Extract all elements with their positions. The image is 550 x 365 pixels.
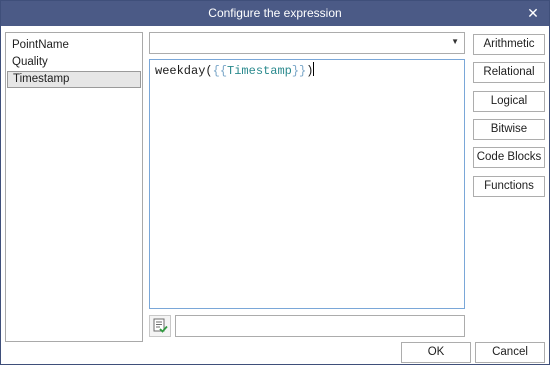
field-list: PointName Quality Timestamp bbox=[5, 32, 143, 342]
expression-editor[interactable]: weekday({{Timestamp}}) bbox=[149, 59, 465, 309]
arithmetic-button[interactable]: Arithmetic bbox=[473, 34, 545, 55]
open-braces: {{ bbox=[212, 64, 228, 78]
text-caret bbox=[313, 62, 315, 76]
ok-button[interactable]: OK bbox=[401, 342, 471, 363]
relational-button[interactable]: Relational bbox=[473, 62, 545, 83]
field-item-pointname[interactable]: PointName bbox=[7, 37, 141, 54]
functions-button[interactable]: Functions bbox=[473, 176, 545, 197]
dialog-title: Configure the expression bbox=[208, 6, 342, 20]
bitwise-button[interactable]: Bitwise bbox=[473, 119, 545, 140]
parameter-name: Timestamp bbox=[227, 64, 292, 78]
function-dropdown[interactable]: ▼ bbox=[149, 32, 465, 54]
cancel-button[interactable]: Cancel bbox=[475, 342, 545, 363]
chevron-down-icon: ▼ bbox=[451, 37, 459, 46]
logical-button[interactable]: Logical bbox=[473, 91, 545, 112]
function-name: weekday bbox=[155, 64, 206, 78]
field-item-timestamp[interactable]: Timestamp bbox=[7, 71, 141, 88]
close-button[interactable]: ✕ bbox=[526, 5, 540, 21]
validate-button[interactable] bbox=[149, 315, 171, 337]
title-bar: Configure the expression ✕ bbox=[1, 1, 549, 26]
configure-expression-dialog: Configure the expression ✕ PointName Qua… bbox=[0, 0, 550, 365]
close-braces: }} bbox=[291, 64, 307, 78]
expression-text: weekday({{Timestamp}}) bbox=[155, 62, 315, 78]
code-blocks-button[interactable]: Code Blocks bbox=[473, 147, 545, 168]
close-icon: ✕ bbox=[527, 5, 539, 21]
field-item-quality[interactable]: Quality bbox=[7, 54, 141, 71]
validate-icon bbox=[153, 318, 168, 333]
close-paren: ) bbox=[306, 64, 314, 78]
open-paren: ( bbox=[205, 64, 213, 78]
validation-message-field bbox=[175, 315, 465, 337]
